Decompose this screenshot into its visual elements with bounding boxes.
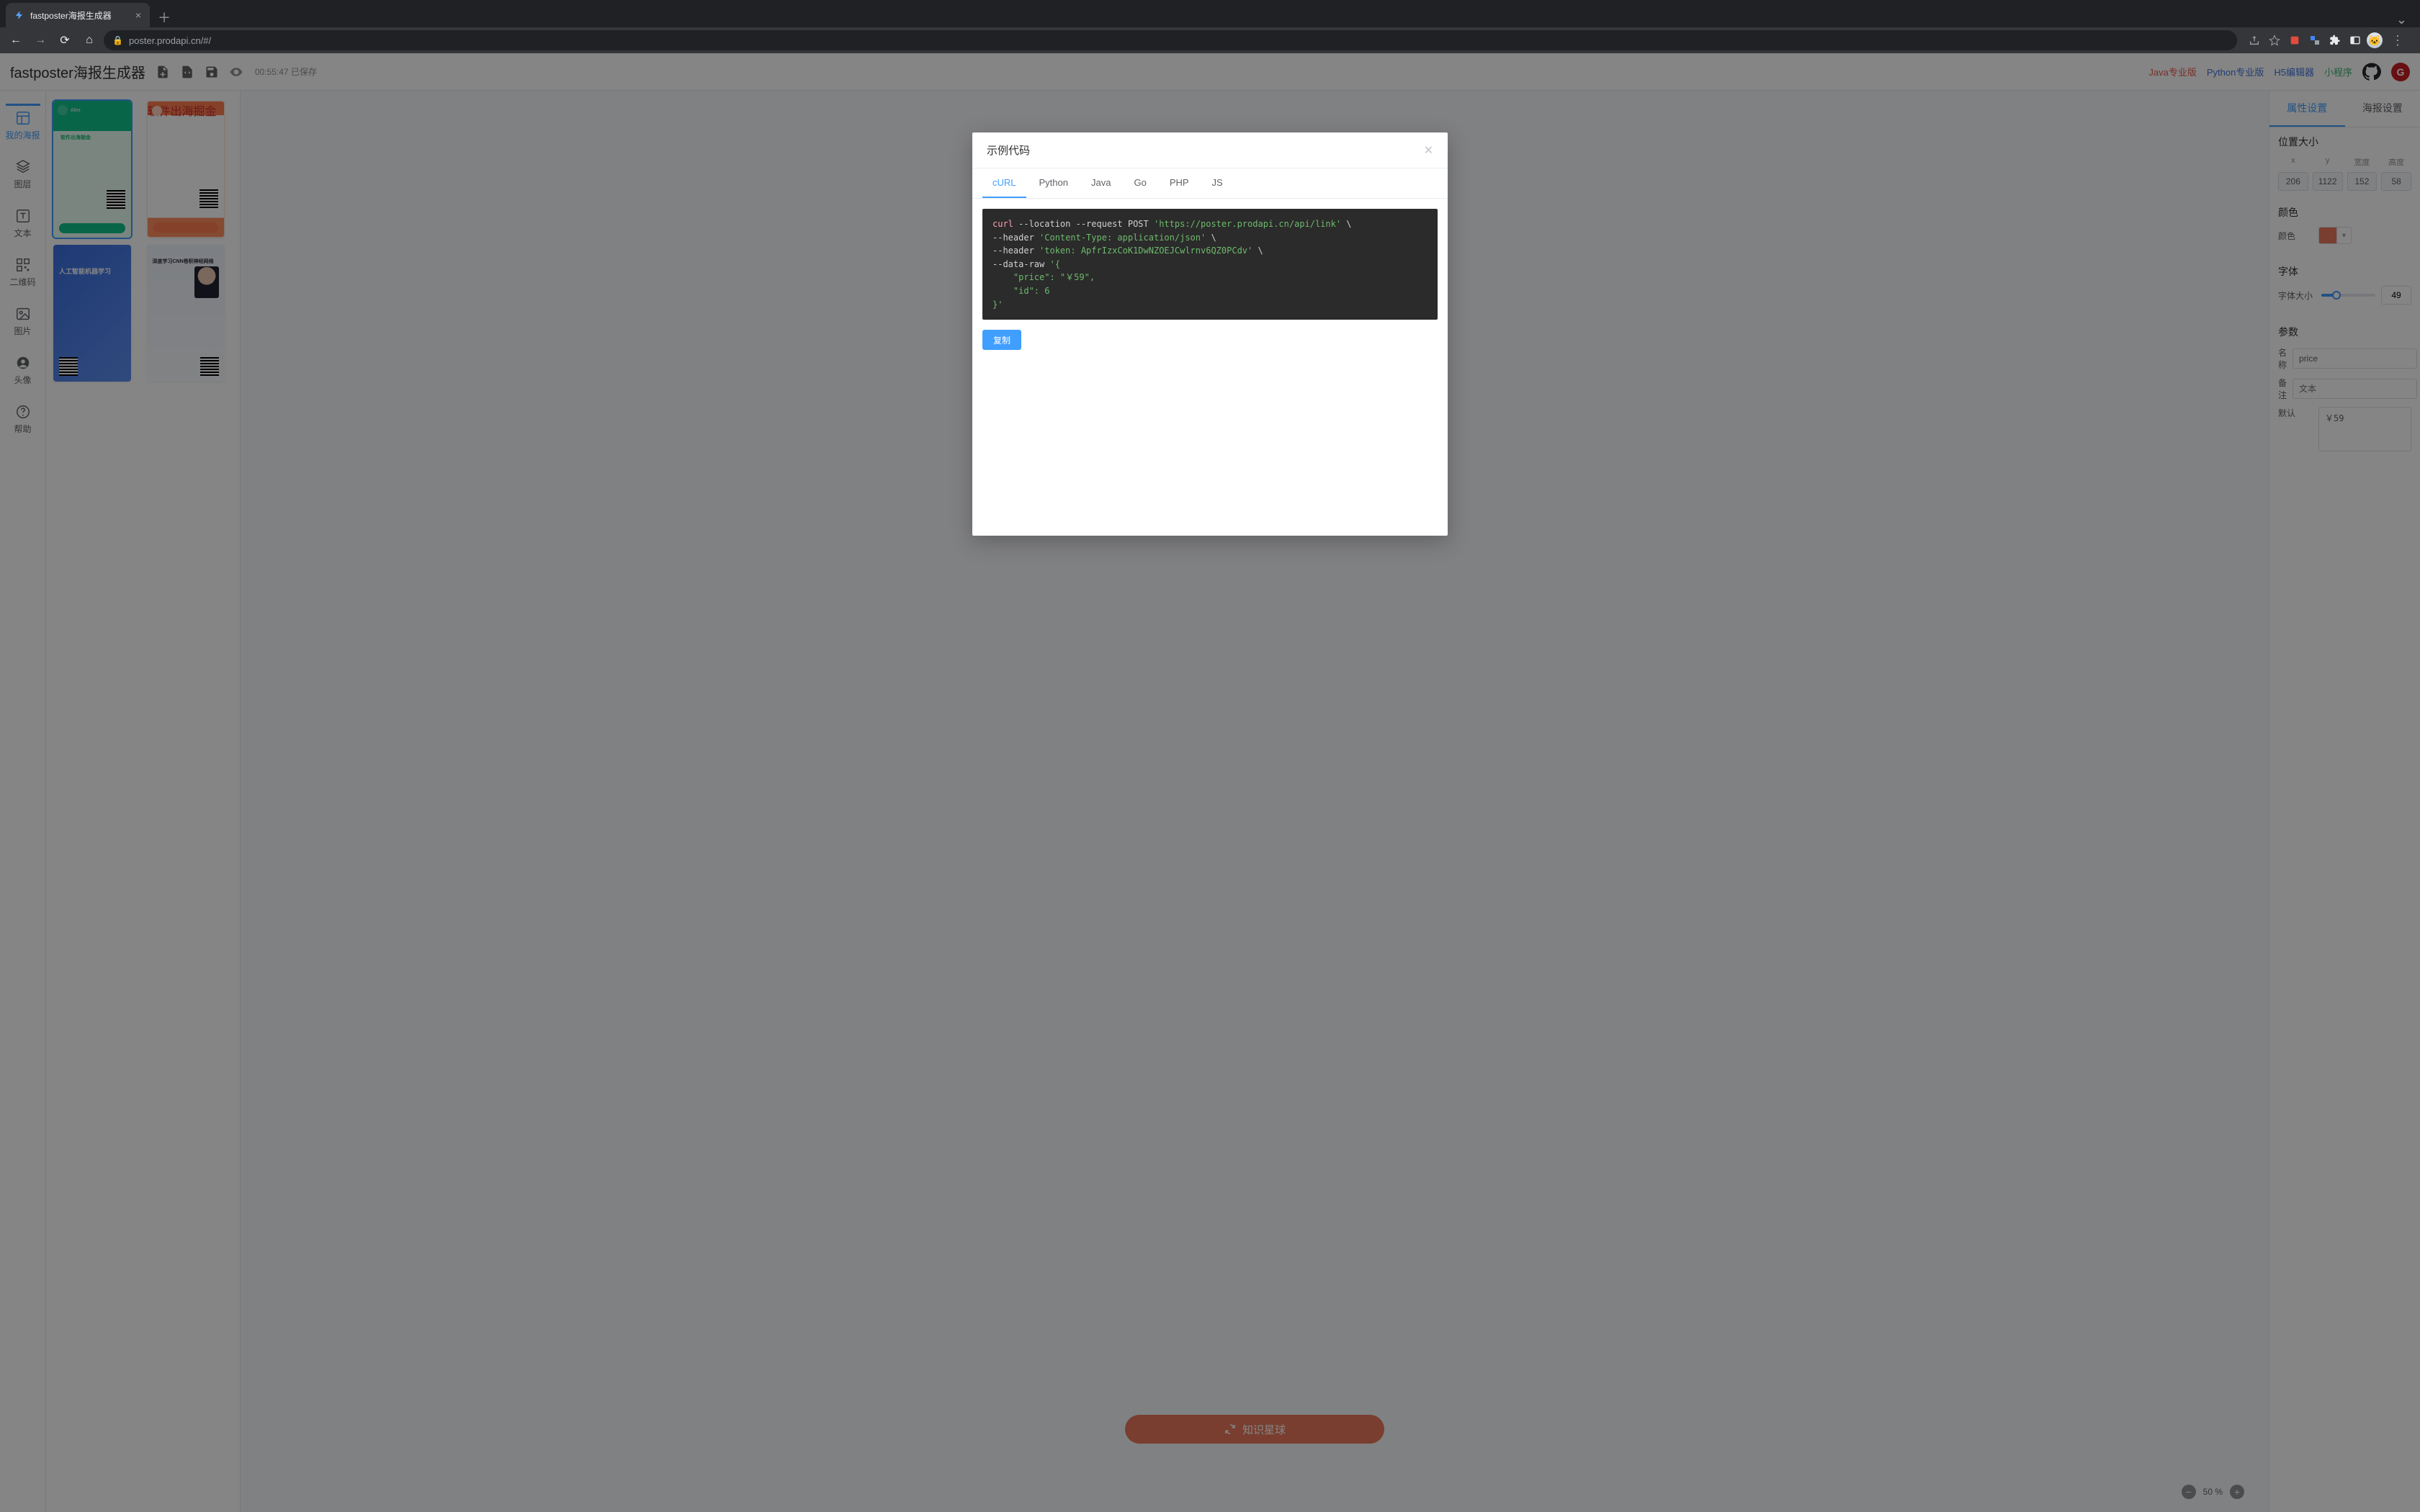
modal-title: 示例代码 (987, 143, 1030, 158)
tab-title: fastposter海报生成器 (30, 9, 112, 22)
tab-close-icon[interactable]: × (135, 9, 141, 21)
forward-icon[interactable]: → (30, 30, 50, 50)
tab-go[interactable]: Go (1124, 168, 1156, 198)
reload-icon[interactable]: ⟳ (55, 30, 75, 50)
browser-tabbar: fastposter海报生成器 × ＋ ⌄ (0, 0, 2420, 27)
code-tabs: cURL Python Java Go PHP JS (972, 168, 1448, 199)
lock-icon: 🔒 (112, 35, 123, 45)
code-block[interactable]: curl --location --request POST 'https://… (982, 209, 1438, 320)
toolbar-extensions: 🐱 ⋮ (2241, 32, 2414, 49)
tab-java[interactable]: Java (1081, 168, 1121, 198)
url-input[interactable]: 🔒 poster.prodapi.cn/#/ (104, 30, 2237, 50)
home-icon[interactable]: ⌂ (79, 30, 99, 50)
window-expand-icon[interactable]: ⌄ (2389, 12, 2414, 27)
translate-icon[interactable] (2306, 32, 2323, 49)
browser-tab[interactable]: fastposter海报生成器 × (6, 3, 150, 27)
new-tab-button[interactable]: ＋ (154, 7, 174, 27)
extension-red-icon[interactable] (2286, 32, 2303, 49)
tab-favicon-icon (14, 10, 24, 20)
bookmark-star-icon[interactable] (2266, 32, 2283, 49)
modal-overlay[interactable]: 示例代码 ✕ cURL Python Java Go PHP JS curl -… (0, 53, 2420, 1512)
browser-window: fastposter海报生成器 × ＋ ⌄ ← → ⟳ ⌂ 🔒 poster.p… (0, 0, 2420, 1512)
share-icon[interactable] (2246, 32, 2263, 49)
tab-js[interactable]: JS (1202, 168, 1233, 198)
url-text: poster.prodapi.cn/#/ (129, 35, 211, 46)
tab-php[interactable]: PHP (1160, 168, 1199, 198)
copy-button[interactable]: 复制 (982, 330, 1021, 350)
page-viewport: fastposter海报生成器 00:55:47 已保存 Java专业版 Pyt… (0, 53, 2420, 1512)
panel-icon[interactable] (2347, 32, 2364, 49)
profile-avatar-icon[interactable]: 🐱 (2367, 32, 2383, 48)
code-modal: 示例代码 ✕ cURL Python Java Go PHP JS curl -… (972, 132, 1448, 536)
back-icon[interactable]: ← (6, 30, 26, 50)
tab-curl[interactable]: cURL (982, 168, 1026, 198)
browser-menu-icon[interactable]: ⋮ (2385, 33, 2410, 48)
extensions-puzzle-icon[interactable] (2326, 32, 2344, 49)
tab-python[interactable]: Python (1029, 168, 1078, 198)
browser-addressbar: ← → ⟳ ⌂ 🔒 poster.prodapi.cn/#/ 🐱 ⋮ (0, 27, 2420, 53)
modal-close-icon[interactable]: ✕ (1424, 143, 1433, 158)
